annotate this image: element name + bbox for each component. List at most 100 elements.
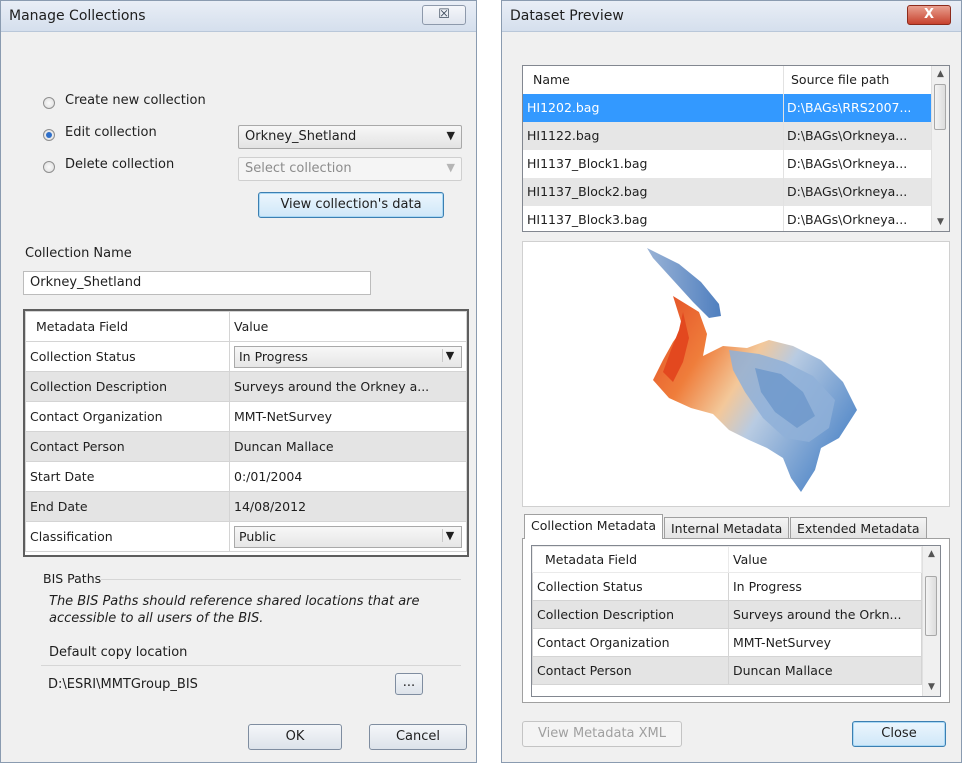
dataset-file-list: Name Source file path HI1202.bag D:\BAGs… <box>522 65 950 232</box>
metadata-grid: Metadata Field Value Collection Status I… <box>23 309 469 557</box>
metadata-field-header: Metadata Field <box>25 311 230 342</box>
metadata-field: End Date <box>25 491 230 522</box>
preview-metadata-field: Contact Organization <box>532 628 729 657</box>
create-collection-radio[interactable] <box>43 97 55 109</box>
metadata-value[interactable]: Duncan Mallace <box>229 431 467 462</box>
metadata-row[interactable]: Classification Public ▼ <box>25 521 467 552</box>
tab-collection-metadata[interactable]: Collection Metadata <box>524 514 663 539</box>
delete-collection-label: Delete collection <box>65 157 175 172</box>
metadata-row[interactable]: End Date 14/08/2012 <box>25 491 467 522</box>
metadata-field: Start Date <box>25 461 230 492</box>
bathymetry-preview <box>522 241 950 507</box>
create-collection-label: Create new collection <box>65 93 206 108</box>
file-path: D:\BAGs\Orkneya... <box>787 212 908 227</box>
metadata-value-cell[interactable]: In Progress ▼ <box>229 341 467 372</box>
classification-value: Public <box>239 528 276 544</box>
file-name: HI1137_Block1.bag <box>527 156 648 171</box>
metadata-value[interactable]: 0:/01/2004 <box>229 461 467 492</box>
collection-metadata-panel: Metadata Field Value Collection Status I… <box>522 538 950 703</box>
collection-status-select[interactable]: In Progress ▼ <box>234 345 462 368</box>
metadata-header-row: Metadata Field Value <box>25 311 467 342</box>
preview-metadata-field: Contact Person <box>532 656 729 685</box>
scrollbar-thumb[interactable] <box>925 576 937 636</box>
scroll-up-icon[interactable]: ▲ <box>923 546 940 563</box>
manage-collections-body: Create new collection Edit collection De… <box>13 41 469 761</box>
file-list-scrollbar[interactable]: ▲ ▼ <box>931 66 949 231</box>
metadata-value[interactable]: MMT-NetSurvey <box>229 401 467 432</box>
preview-value-header: Value <box>728 546 922 573</box>
metadata-row[interactable]: Start Date 0:/01/2004 <box>25 461 467 492</box>
preview-metadata-row[interactable]: Contact Organization MMT-NetSurvey <box>532 628 922 657</box>
metadata-field: Collection Description <box>25 371 230 402</box>
tab-internal-metadata[interactable]: Internal Metadata <box>664 517 790 539</box>
view-collection-data-button[interactable]: View collection's data <box>258 192 444 218</box>
file-path: D:\BAGs\Orkneya... <box>787 128 908 143</box>
path-column-header[interactable]: Source file path <box>791 66 889 94</box>
manage-collections-titlebar: Manage Collections ☒ <box>1 1 476 32</box>
metadata-row[interactable]: Contact Organization MMT-NetSurvey <box>25 401 467 432</box>
default-copy-location-label: Default copy location <box>49 645 188 660</box>
collection-status-value: In Progress <box>239 348 308 364</box>
preview-metadata-row[interactable]: Contact Person Duncan Mallace <box>532 656 922 685</box>
column-divider[interactable] <box>783 66 784 231</box>
chevron-down-icon: ▼ <box>446 161 455 174</box>
file-row[interactable]: HI1122.bag D:\BAGs\Orkneya... <box>523 122 932 150</box>
close-button[interactable]: Close <box>852 721 946 747</box>
chevron-down-icon: ▼ <box>442 528 457 542</box>
file-list-header: Name Source file path <box>523 66 932 94</box>
file-row[interactable]: HI1137_Block1.bag D:\BAGs\Orkneya... <box>523 150 932 178</box>
file-path: D:\BAGs\Orkneya... <box>787 156 908 171</box>
tab-extended-metadata[interactable]: Extended Metadata <box>790 517 927 539</box>
dataset-preview-dialog: Dataset Preview X Name Source file path … <box>501 0 962 763</box>
metadata-field: Contact Organization <box>25 401 230 432</box>
metadata-field: Classification <box>25 521 230 552</box>
metadata-value-header: Value <box>229 311 467 342</box>
preview-metadata-row[interactable]: Collection Status In Progress <box>532 572 922 601</box>
name-column-header[interactable]: Name <box>533 66 570 94</box>
preview-metadata-row[interactable]: Collection Description Surveys around th… <box>532 600 922 629</box>
preview-metadata-field: Collection Status <box>532 572 729 601</box>
scrollbar-thumb[interactable] <box>934 84 946 130</box>
file-name: HI1122.bag <box>527 128 600 143</box>
view-metadata-xml-button[interactable]: View Metadata XML <box>522 721 682 747</box>
metadata-value[interactable]: Surveys around the Orkney a... <box>229 371 467 402</box>
classification-select[interactable]: Public ▼ <box>234 525 462 548</box>
default-copy-location-field[interactable]: D:\ESRI\MMTGroup_BIS <box>41 673 381 697</box>
scroll-up-icon[interactable]: ▲ <box>932 66 949 83</box>
scroll-down-icon[interactable]: ▼ <box>923 679 940 696</box>
dataset-preview-titlebar: Dataset Preview X <box>502 1 961 32</box>
dataset-preview-title: Dataset Preview <box>510 8 624 24</box>
file-path: D:\BAGs\Orkneya... <box>787 184 908 199</box>
collection-name-field[interactable]: Orkney_Shetland <box>23 271 371 295</box>
preview-metadata-value: In Progress <box>728 572 922 601</box>
delete-collection-select[interactable]: Select collection ▼ <box>238 157 462 181</box>
preview-metadata-value: Duncan Mallace <box>728 656 922 685</box>
ok-button[interactable]: OK <box>248 724 342 750</box>
file-name: HI1137_Block2.bag <box>527 184 648 199</box>
preview-metadata-value: MMT-NetSurvey <box>728 628 922 657</box>
copy-location-divider <box>41 665 461 666</box>
edit-collection-select[interactable]: Orkney_Shetland ▼ <box>238 125 462 149</box>
file-row[interactable]: HI1137_Block2.bag D:\BAGs\Orkneya... <box>523 178 932 206</box>
cancel-button[interactable]: Cancel <box>369 724 467 750</box>
metadata-scrollbar[interactable]: ▲ ▼ <box>922 546 940 696</box>
chevron-down-icon: ▼ <box>446 129 455 142</box>
preview-metadata-value: Surveys around the Orkn... <box>728 600 922 629</box>
metadata-value-cell[interactable]: Public ▼ <box>229 521 467 552</box>
file-row[interactable]: HI1202.bag D:\BAGs\RRS2007... <box>523 94 932 122</box>
delete-collection-placeholder: Select collection <box>245 161 352 176</box>
metadata-row[interactable]: Collection Status In Progress ▼ <box>25 341 467 372</box>
file-row[interactable]: HI1137_Block3.bag D:\BAGs\Orkneya... <box>523 206 932 231</box>
bis-paths-heading: BIS Paths <box>43 571 102 586</box>
close-icon[interactable]: ☒ <box>422 5 466 25</box>
metadata-row[interactable]: Collection Description Surveys around th… <box>25 371 467 402</box>
delete-collection-radio[interactable] <box>43 161 55 173</box>
metadata-value[interactable]: 14/08/2012 <box>229 491 467 522</box>
edit-collection-radio[interactable] <box>43 129 55 141</box>
metadata-row[interactable]: Contact Person Duncan Mallace <box>25 431 467 462</box>
browse-button[interactable]: ... <box>395 673 423 695</box>
metadata-field: Contact Person <box>25 431 230 462</box>
close-icon[interactable]: X <box>907 5 951 25</box>
scroll-down-icon[interactable]: ▼ <box>932 214 949 231</box>
preview-metadata-field: Collection Description <box>532 600 729 629</box>
